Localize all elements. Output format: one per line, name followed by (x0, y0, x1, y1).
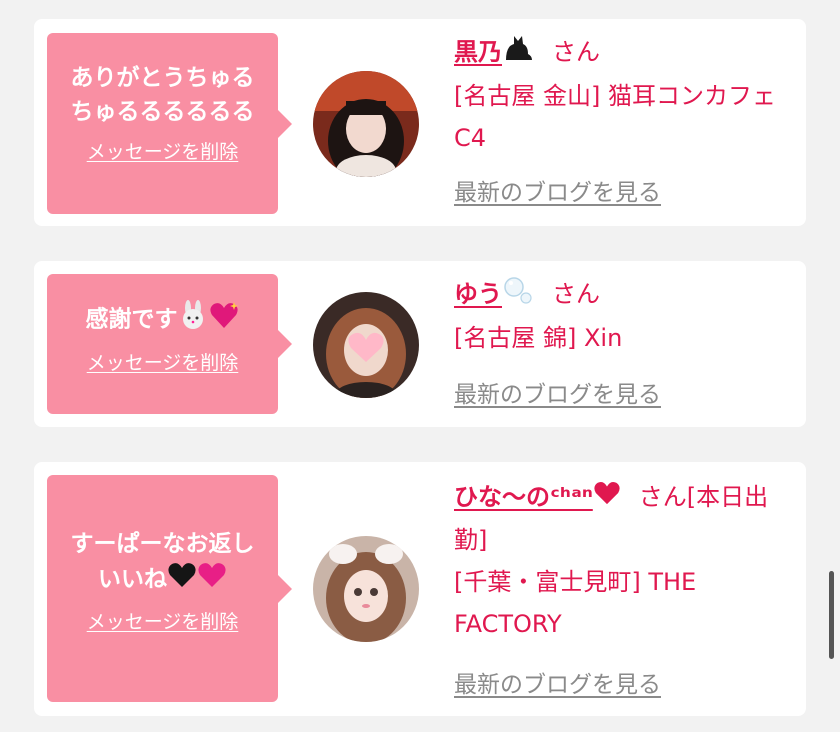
honorific: さん (552, 280, 600, 308)
scrollbar[interactable] (829, 571, 834, 659)
latest-blog-link[interactable]: 最新のブログを見る (454, 173, 661, 207)
shop-label: [名古屋 錦] Xin (454, 323, 623, 352)
message-card: すーぱーなお返し いいね メッセージを削除 ひな〜のᶜʰᵃⁿ さん[本日出勤] [… (34, 462, 806, 716)
delete-message-link[interactable]: メッセージを削除 (87, 348, 239, 375)
cast-name-link[interactable]: 黒乃 (454, 35, 534, 66)
avatar[interactable] (313, 536, 419, 642)
message-text: すーぱーなお返し (70, 531, 255, 557)
cast-name-link[interactable]: ひな〜のᶜʰᵃⁿ (454, 481, 621, 511)
message-bubble: 感謝です メッセージを削除 (47, 274, 278, 414)
rabbit-emoji-icon (178, 300, 208, 340)
sparkle-heart-emoji-icon (208, 300, 240, 340)
honorific: さん (552, 38, 600, 66)
shop-label: [名古屋 金山] 猫耳コンカフェ C4 (454, 81, 776, 152)
pink-heart-emoji-icon (197, 561, 227, 599)
cast-name-link[interactable]: ゆう (454, 276, 534, 308)
message-text: ありがとうちゅる (70, 65, 255, 91)
red-heart-emoji-icon (593, 477, 621, 519)
delete-message-link[interactable]: メッセージを削除 (87, 137, 239, 164)
latest-blog-link[interactable]: 最新のブログを見る (454, 665, 661, 699)
black-heart-emoji-icon (167, 561, 197, 599)
cast-info: 黒乃 さん [名古屋 金山] 猫耳コンカフェ C4 (454, 31, 790, 159)
avatar[interactable] (313, 71, 419, 177)
shop-label: [千葉・富士見町] THE FACTORY (454, 568, 697, 638)
message-card: ありがとうちゅる ちゅるるるるるる メッセージを削除 黒乃 さん [名古屋 金山]… (34, 19, 806, 226)
cat-emoji-icon (502, 32, 534, 75)
cast-info: ゆう さん [名古屋 錦] Xin (454, 273, 790, 359)
latest-blog-link[interactable]: 最新のブログを見る (454, 375, 661, 409)
message-text: 感謝です (47, 300, 278, 340)
bubbles-emoji-icon (502, 274, 534, 317)
message-bubble: ありがとうちゅる ちゅるるるるるる メッセージを削除 (47, 33, 278, 214)
cast-info: ひな〜のᶜʰᵃⁿ さん[本日出勤] [千葉・富士見町] THE FACTORY (454, 476, 790, 645)
message-text: ちゅるるるるるる (70, 99, 255, 125)
delete-message-link[interactable]: メッセージを削除 (87, 607, 239, 634)
avatar[interactable] (313, 292, 419, 398)
message-bubble: すーぱーなお返し いいね メッセージを削除 (47, 475, 278, 702)
message-text: いいね (47, 561, 278, 599)
message-card: 感謝です メッセージを削除 ゆう さん [名古屋 錦] Xin 最新のブログを見る (34, 261, 806, 427)
